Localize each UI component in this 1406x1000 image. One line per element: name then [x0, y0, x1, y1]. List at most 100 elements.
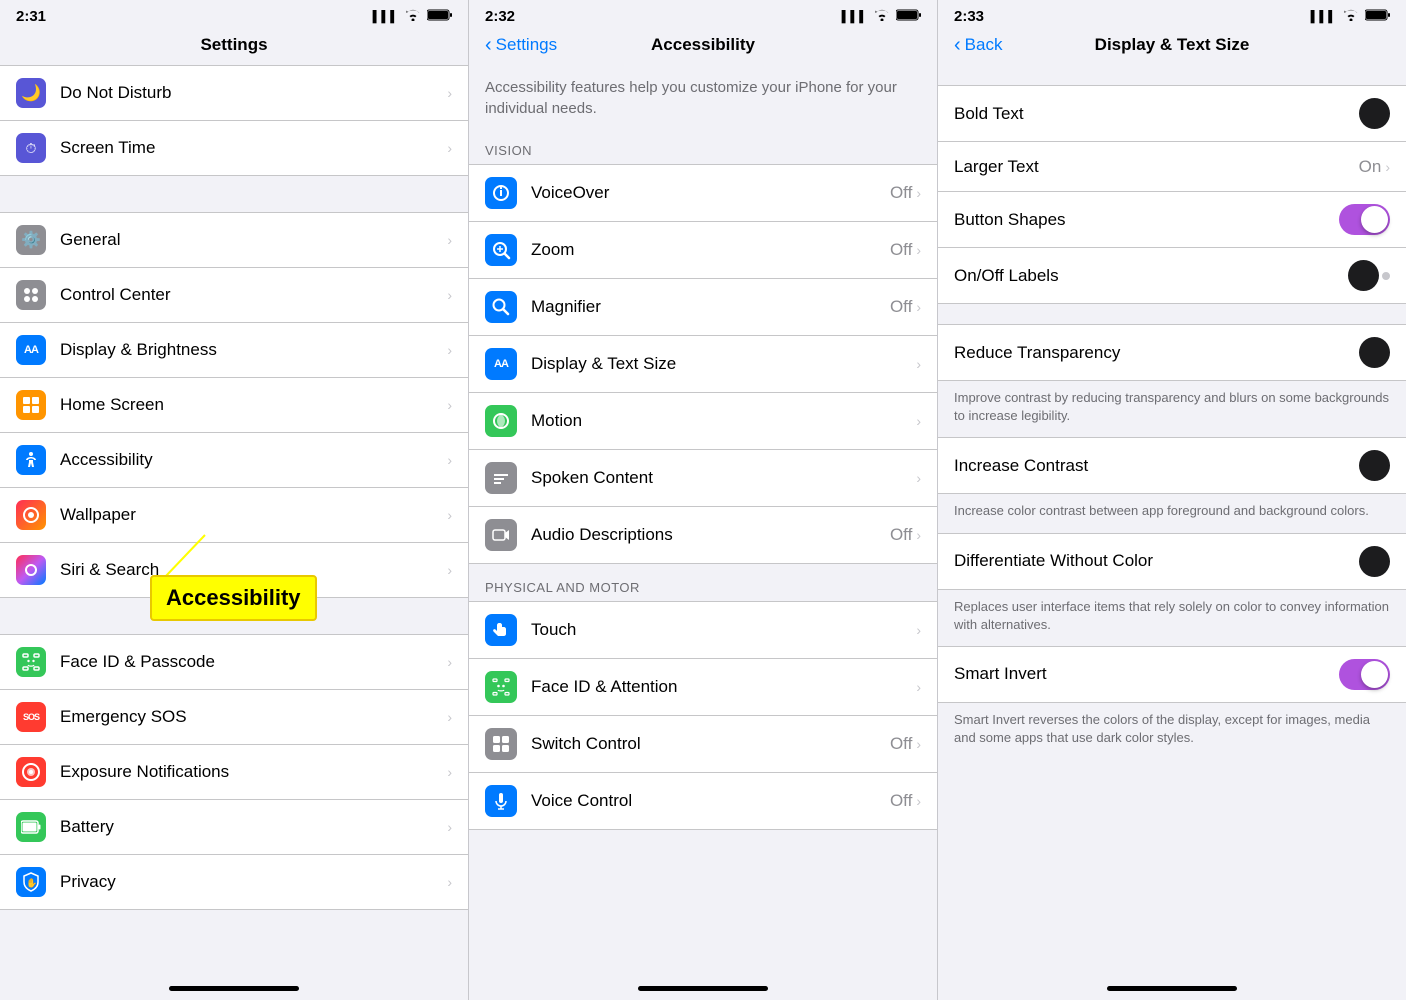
right-privacy: › [447, 874, 452, 890]
icon-display-brightness: AA [16, 335, 46, 365]
label-magnifier: Magnifier [531, 297, 890, 317]
label-exposure: Exposure Notifications [60, 762, 447, 782]
row-general[interactable]: ⚙️ General › [0, 213, 468, 268]
toggle-bold-text[interactable] [1359, 98, 1390, 129]
right-voice-control: Off › [890, 791, 921, 811]
home-bar-3 [1107, 986, 1237, 991]
value-voice-control: Off [890, 791, 912, 811]
content-battery: Battery [60, 817, 447, 837]
row-exposure[interactable]: Exposure Notifications › [0, 745, 468, 800]
row-accessibility[interactable]: Accessibility › [0, 433, 468, 488]
row-button-shapes[interactable]: Button Shapes [938, 192, 1406, 248]
chevron-battery: › [447, 819, 452, 835]
chevron-emergency-sos: › [447, 709, 452, 725]
toggle-button-shapes[interactable] [1339, 204, 1390, 235]
row-face-id-attention[interactable]: Face ID & Attention › [469, 659, 937, 716]
icon-general: ⚙️ [16, 225, 46, 255]
right-do-not-disturb: › [447, 85, 452, 101]
toggle-increase-contrast[interactable] [1359, 450, 1390, 481]
chevron-voice-control: › [916, 793, 921, 809]
content-button-shapes: Button Shapes [954, 210, 1339, 230]
row-face-id[interactable]: Face ID & Passcode › [0, 635, 468, 690]
icon-emergency-sos: SOS [16, 702, 46, 732]
display-text-title: Display & Text Size [1095, 35, 1250, 55]
icon-spoken-content [485, 462, 517, 494]
vision-section-label: VISION [469, 127, 937, 164]
p3-group-1: Bold Text Larger Text On › Button Shapes [938, 85, 1406, 304]
row-bold-text[interactable]: Bold Text [938, 86, 1406, 142]
label-switch-control: Switch Control [531, 734, 890, 754]
toggle-reduce-transparency[interactable] [1359, 337, 1390, 368]
row-on-off-labels[interactable]: On/Off Labels [938, 248, 1406, 303]
back-label-2: Settings [496, 35, 557, 55]
row-voiceover[interactable]: VoiceOver Off › [469, 165, 937, 222]
toggle-knob-smart-invert [1361, 661, 1388, 688]
icon-do-not-disturb: 🌙 [16, 78, 46, 108]
icon-audio-desc [485, 519, 517, 551]
content-display-brightness: Display & Brightness [60, 340, 447, 360]
row-magnifier[interactable]: Magnifier Off › [469, 279, 937, 336]
content-face-id: Face ID & Passcode [60, 652, 447, 672]
label-do-not-disturb: Do Not Disturb [60, 83, 447, 103]
home-indicator-3 [938, 980, 1406, 1000]
value-switch-control: Off [890, 734, 912, 754]
status-icons-3: ▌▌▌ [1311, 8, 1390, 25]
group-2: ⚙️ General › Control Center › [0, 212, 468, 598]
row-reduce-transparency[interactable]: Reduce Transparency [938, 325, 1406, 380]
row-audio-descriptions[interactable]: Audio Descriptions Off › [469, 507, 937, 563]
battery-icon-2 [896, 8, 921, 25]
icon-voice-control [485, 785, 517, 817]
right-accessibility: › [447, 452, 452, 468]
row-increase-contrast[interactable]: Increase Contrast [938, 438, 1406, 493]
content-audio-desc: Audio Descriptions [531, 525, 890, 545]
row-wallpaper[interactable]: Wallpaper › [0, 488, 468, 543]
chevron-home-screen: › [447, 397, 452, 413]
toggle-on-off-labels[interactable] [1348, 260, 1390, 291]
row-privacy[interactable]: ✋ Privacy › [0, 855, 468, 909]
row-larger-text[interactable]: Larger Text On › [938, 142, 1406, 192]
group-1: 🌙 Do Not Disturb › ⏱ Screen Time › [0, 65, 468, 176]
right-face-id-attn: › [916, 679, 921, 695]
back-button-3[interactable]: ‹ Back [954, 34, 1002, 57]
status-icons-2: ▌▌▌ [842, 8, 921, 25]
back-button-2[interactable]: ‹ Settings [485, 34, 557, 57]
row-screen-time[interactable]: ⏱ Screen Time › [0, 121, 468, 175]
signal-icon-2: ▌▌▌ [842, 11, 868, 23]
nav-bar-1: Settings [0, 29, 468, 65]
row-differentiate[interactable]: Differentiate Without Color [938, 534, 1406, 589]
icon-home-screen [16, 390, 46, 420]
home-indicator-2 [469, 980, 937, 1000]
icon-display-text: AA [485, 348, 517, 380]
row-voice-control[interactable]: Voice Control Off › [469, 773, 937, 829]
label-increase-contrast: Increase Contrast [954, 456, 1359, 476]
p3-group-5: Smart Invert [938, 646, 1406, 703]
back-label-3: Back [965, 35, 1003, 55]
row-zoom[interactable]: Zoom Off › [469, 222, 937, 279]
right-screen-time: › [447, 140, 452, 156]
row-display-text-size[interactable]: AA Display & Text Size › [469, 336, 937, 393]
row-motion[interactable]: Motion › [469, 393, 937, 450]
row-do-not-disturb[interactable]: 🌙 Do Not Disturb › [0, 66, 468, 121]
status-bar-3: 2:33 ▌▌▌ [938, 0, 1406, 29]
row-control-center[interactable]: Control Center › [0, 268, 468, 323]
row-display-brightness[interactable]: AA Display & Brightness › [0, 323, 468, 378]
desc-differentiate: Replaces user interface items that rely … [938, 590, 1406, 646]
toggle-differentiate[interactable] [1359, 546, 1390, 577]
row-battery[interactable]: Battery › [0, 800, 468, 855]
right-magnifier: Off › [890, 297, 921, 317]
chevron-zoom: › [916, 242, 921, 258]
row-smart-invert[interactable]: Smart Invert [938, 647, 1406, 702]
value-audio-desc: Off [890, 525, 912, 545]
right-siri-search: › [447, 562, 452, 578]
right-general: › [447, 232, 452, 248]
row-home-screen[interactable]: Home Screen › [0, 378, 468, 433]
row-touch[interactable]: Touch › [469, 602, 937, 659]
row-spoken-content[interactable]: Spoken Content › [469, 450, 937, 507]
chevron-larger-text: › [1385, 159, 1390, 175]
toggle-smart-invert[interactable] [1339, 659, 1390, 690]
label-accessibility: Accessibility [60, 450, 447, 470]
content-spoken-content: Spoken Content [531, 468, 916, 488]
row-emergency-sos[interactable]: SOS Emergency SOS › [0, 690, 468, 745]
group-3: Face ID & Passcode › SOS Emergency SOS › [0, 634, 468, 910]
row-switch-control[interactable]: Switch Control Off › [469, 716, 937, 773]
